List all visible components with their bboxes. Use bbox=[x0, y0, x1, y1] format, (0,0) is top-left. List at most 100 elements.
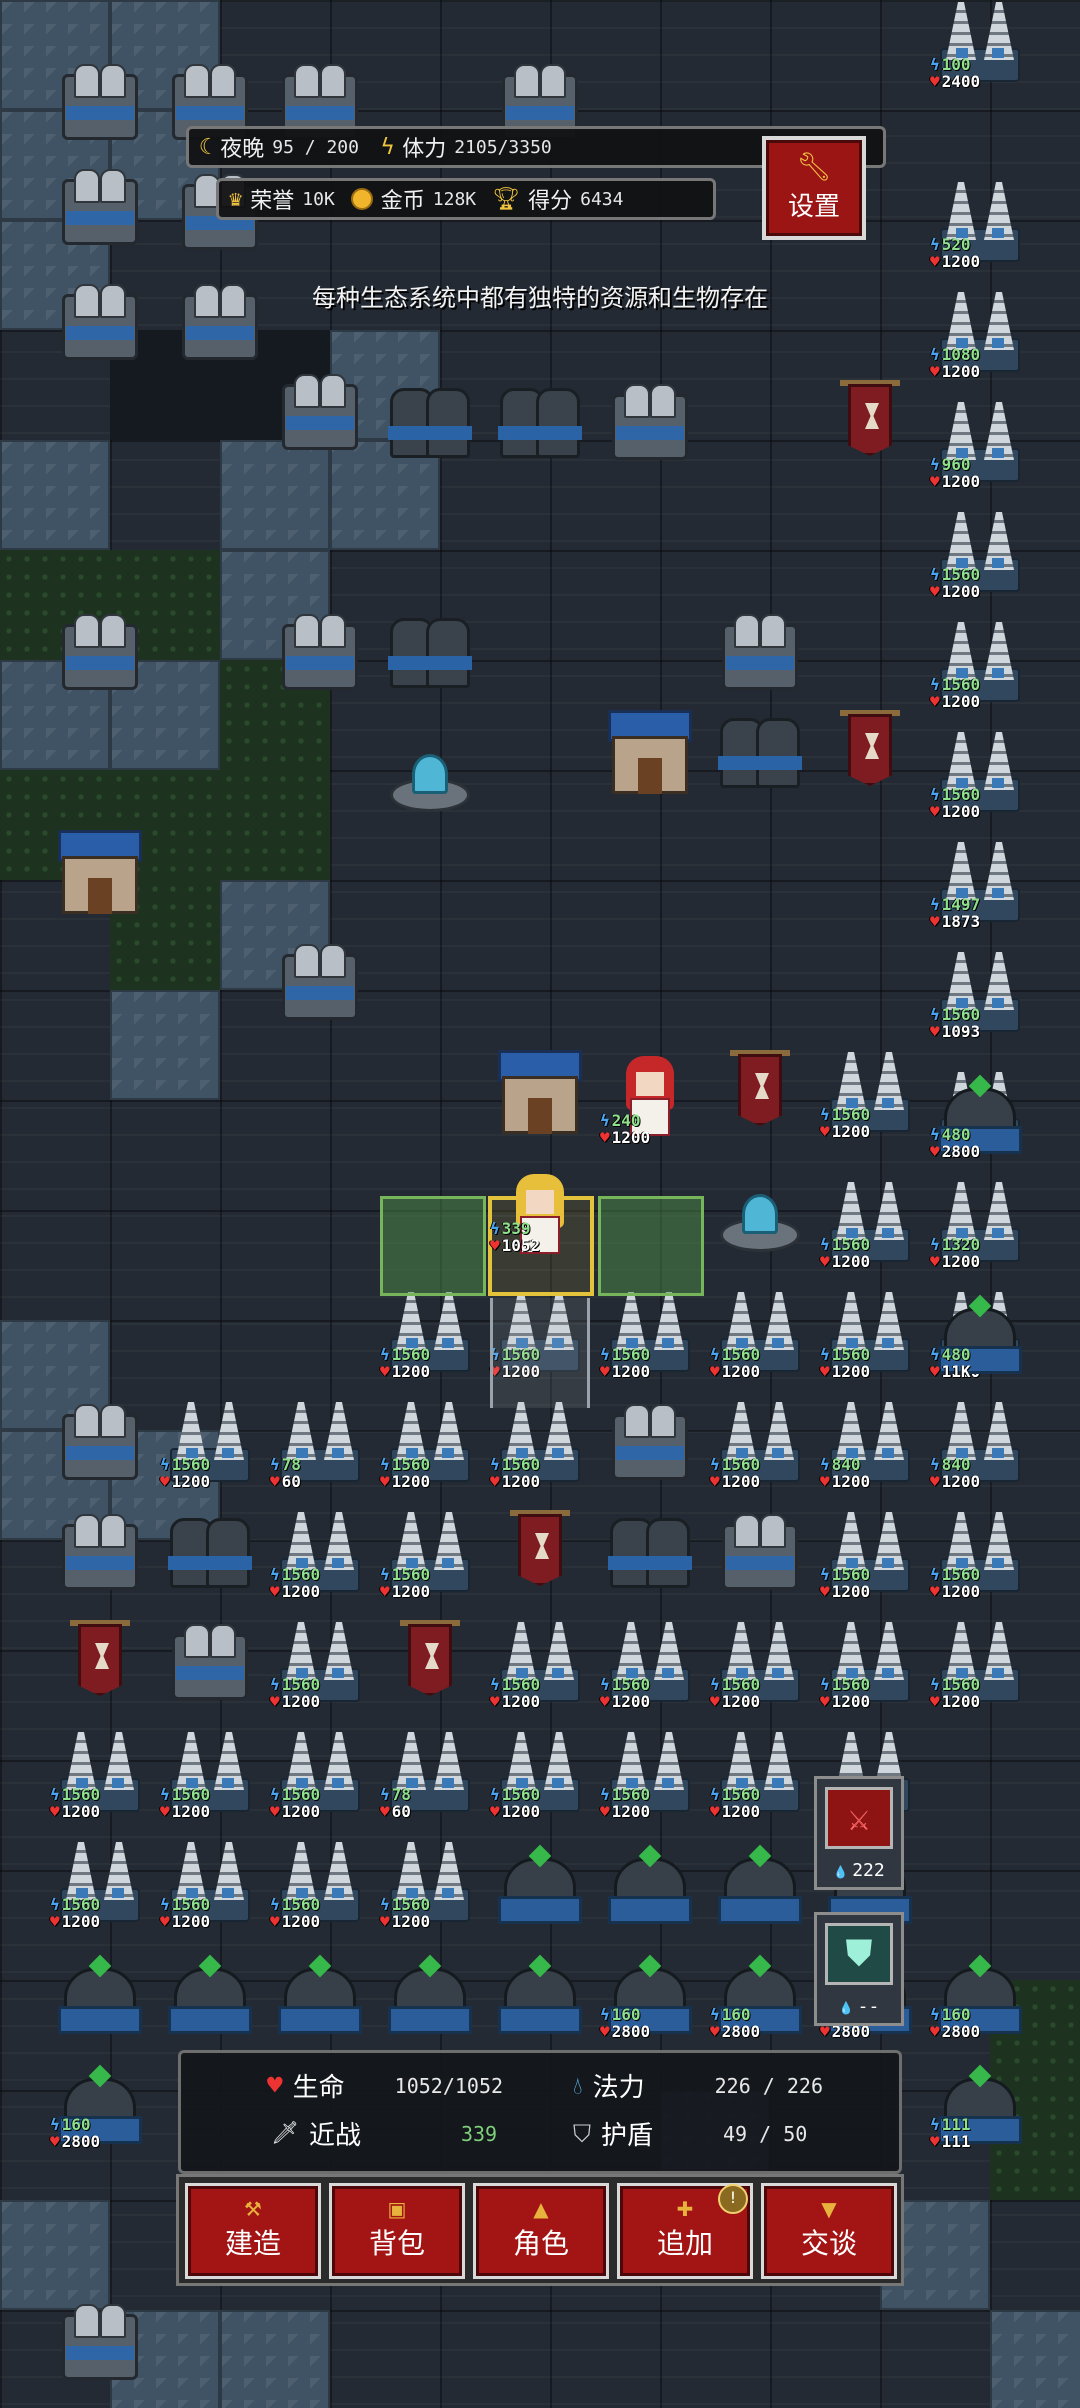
tower-building[interactable]: 15601200 bbox=[820, 1280, 920, 1380]
tower-building[interactable]: 15601200 bbox=[380, 1390, 480, 1490]
tower-building[interactable]: 15601200 bbox=[820, 1500, 920, 1600]
tower-building[interactable]: 15601200 bbox=[270, 1720, 370, 1820]
backpack-button[interactable]: ▣ 背包 bbox=[329, 2183, 465, 2279]
turret-building[interactable] bbox=[600, 1830, 700, 1930]
tower-building[interactable]: 7860 bbox=[270, 1390, 370, 1490]
unit-hp: 1200 bbox=[50, 1803, 101, 1820]
tower-building[interactable]: 15601200 bbox=[600, 1720, 700, 1820]
shield-skill-button[interactable]: ⛊ -- bbox=[814, 1912, 904, 2026]
machine-building[interactable] bbox=[270, 930, 370, 1030]
tower-building[interactable]: 15601200 bbox=[710, 1390, 810, 1490]
player-hero[interactable]: 339 1052 bbox=[490, 1168, 590, 1268]
tower-building[interactable]: 15601200 bbox=[490, 1610, 590, 1710]
barrel-building[interactable] bbox=[600, 1500, 700, 1600]
tower-building[interactable]: 8401200 bbox=[820, 1390, 920, 1490]
turret-building[interactable]: 1602800 bbox=[710, 1940, 810, 2040]
tower-building[interactable]: 15601200 bbox=[380, 1830, 480, 1930]
barrel-building[interactable] bbox=[380, 600, 480, 700]
turret-building[interactable]: 1602800 bbox=[50, 2050, 150, 2150]
red-hood-npc[interactable]: 240 1200 bbox=[600, 1050, 700, 1150]
house-building[interactable] bbox=[600, 700, 700, 800]
tower-building[interactable]: 5201200 bbox=[930, 170, 1030, 270]
tower-building[interactable]: 15601200 bbox=[930, 610, 1030, 710]
tower-building[interactable]: 15601200 bbox=[270, 1610, 370, 1710]
tower-building[interactable]: 15601200 bbox=[820, 1170, 920, 1270]
tower-building[interactable]: 15601200 bbox=[490, 1720, 590, 1820]
tower-building[interactable]: 15601200 bbox=[380, 1500, 480, 1600]
turret-building[interactable]: 4802800 bbox=[930, 1060, 1030, 1160]
machine-building[interactable] bbox=[270, 600, 370, 700]
machine-building[interactable] bbox=[160, 1610, 260, 1710]
barrel-building[interactable] bbox=[380, 370, 480, 470]
turret-building[interactable]: 48011K bbox=[930, 1280, 1030, 1380]
machine-building[interactable] bbox=[50, 1500, 150, 1600]
tower-building[interactable]: 15601200 bbox=[710, 1720, 810, 1820]
banner-building[interactable] bbox=[490, 1500, 590, 1600]
turret-building[interactable] bbox=[490, 1830, 590, 1930]
tower-building[interactable]: 15601200 bbox=[710, 1280, 810, 1380]
turret-building[interactable] bbox=[490, 1940, 590, 2040]
fount-building[interactable] bbox=[710, 1170, 810, 1270]
tower-building[interactable]: 9601200 bbox=[930, 390, 1030, 490]
tower-building[interactable]: 13201200 bbox=[930, 1170, 1030, 1270]
tower-building[interactable]: 15601200 bbox=[930, 1610, 1030, 1710]
tower-building[interactable]: 15601200 bbox=[50, 1830, 150, 1930]
tower-building[interactable]: 15601200 bbox=[270, 1500, 370, 1600]
attack-skill-button[interactable]: ⚔ 222 bbox=[814, 1776, 904, 1890]
machine-building[interactable] bbox=[710, 1500, 810, 1600]
add-button[interactable]: ✚ 追加 ! bbox=[617, 2183, 753, 2279]
banner-building[interactable] bbox=[50, 1610, 150, 1710]
tower-building[interactable]: 15601200 bbox=[930, 720, 1030, 820]
banner-building[interactable] bbox=[820, 370, 920, 470]
tower-building[interactable]: 15601200 bbox=[710, 1610, 810, 1710]
tower-building[interactable]: 15601200 bbox=[160, 1390, 260, 1490]
barrel-building[interactable] bbox=[490, 370, 590, 470]
turret-building[interactable]: 1602800 bbox=[930, 1940, 1030, 2040]
tower-building[interactable]: 15601200 bbox=[160, 1830, 260, 1930]
fount-building[interactable] bbox=[380, 730, 480, 830]
tower-building[interactable]: 1002400 bbox=[930, 0, 1030, 90]
turret-building[interactable] bbox=[160, 1940, 260, 2040]
game-world[interactable]: 1002400520120010801200960120015601200156… bbox=[0, 0, 1080, 2408]
settings-button[interactable]: 🔧︎ 设置 bbox=[762, 136, 866, 240]
machine-building[interactable] bbox=[50, 50, 150, 150]
banner-building[interactable] bbox=[710, 1040, 810, 1140]
character-button[interactable]: ▲ 角色 bbox=[473, 2183, 609, 2279]
build-button[interactable]: ⚒ 建造 bbox=[185, 2183, 321, 2279]
turret-building[interactable]: 1602800 bbox=[600, 1940, 700, 2040]
tower-building[interactable]: 15601200 bbox=[270, 1830, 370, 1930]
turret-building[interactable] bbox=[270, 1940, 370, 2040]
machine-building[interactable] bbox=[50, 155, 150, 255]
tower-building[interactable]: 14971873 bbox=[930, 830, 1030, 930]
machine-building[interactable] bbox=[50, 600, 150, 700]
machine-building[interactable] bbox=[50, 2290, 150, 2390]
banner-building[interactable] bbox=[820, 700, 920, 800]
machine-building[interactable] bbox=[600, 370, 700, 470]
machine-building[interactable] bbox=[50, 1390, 150, 1490]
banner-building[interactable] bbox=[380, 1610, 480, 1710]
machine-building[interactable] bbox=[600, 1390, 700, 1490]
barrel-building[interactable] bbox=[710, 700, 810, 800]
tower-building[interactable]: 15601200 bbox=[820, 1610, 920, 1710]
tower-building[interactable]: 15601200 bbox=[160, 1720, 260, 1820]
tower-building[interactable]: 15601200 bbox=[50, 1720, 150, 1820]
house-building[interactable] bbox=[50, 820, 150, 920]
tower-building[interactable]: 15601200 bbox=[820, 1040, 920, 1140]
talk-button[interactable]: ▼ 交谈 bbox=[761, 2183, 897, 2279]
build-zone-left[interactable] bbox=[380, 1196, 486, 1296]
turret-building[interactable] bbox=[50, 1940, 150, 2040]
turret-building[interactable] bbox=[380, 1940, 480, 2040]
tower-building[interactable]: 7860 bbox=[380, 1720, 480, 1820]
tower-building[interactable]: 8401200 bbox=[930, 1390, 1030, 1490]
tower-building[interactable]: 15601200 bbox=[930, 1500, 1030, 1600]
tower-building[interactable]: 15601093 bbox=[930, 940, 1030, 1040]
machine-building[interactable] bbox=[710, 600, 810, 700]
build-zone-right[interactable] bbox=[598, 1196, 704, 1296]
tower-building[interactable]: 15601200 bbox=[600, 1610, 700, 1710]
turret-building[interactable]: 111111 bbox=[930, 2050, 1030, 2150]
barrel-building[interactable] bbox=[160, 1500, 260, 1600]
tower-building[interactable]: 15601200 bbox=[930, 500, 1030, 600]
turret-building[interactable] bbox=[710, 1830, 810, 1930]
machine-building[interactable] bbox=[270, 360, 370, 460]
house-building[interactable] bbox=[490, 1040, 590, 1140]
